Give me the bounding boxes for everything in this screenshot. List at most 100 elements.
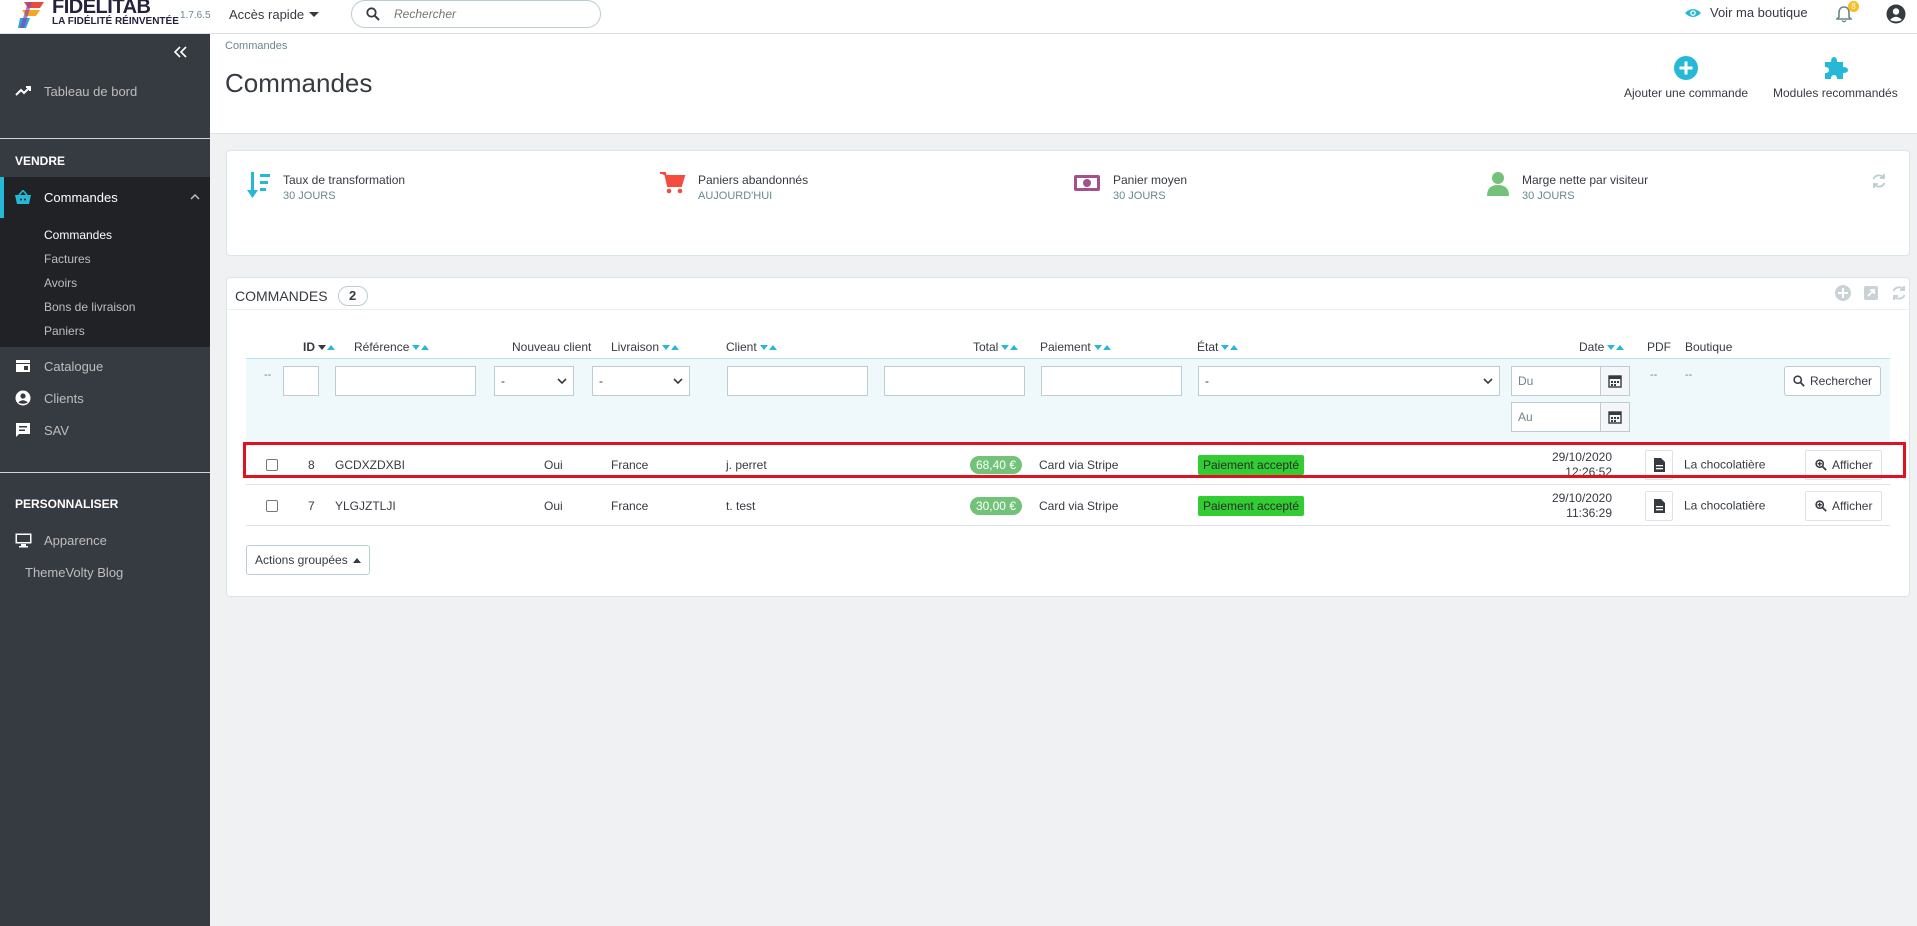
column-header-payment[interactable]: Paiement <box>1040 340 1111 354</box>
kpi-net-margin[interactable]: Marge nette par visiteur 30 JOURS <box>1486 171 1648 202</box>
quick-access-dropdown[interactable]: Accès rapide <box>229 7 320 22</box>
sort-asc-icon[interactable] <box>327 344 335 350</box>
bulk-actions-button[interactable]: Actions groupées <box>246 545 370 575</box>
filter-delivery-select[interactable]: - <box>592 366 690 396</box>
column-header-reference[interactable]: Référence <box>354 340 430 354</box>
breadcrumb[interactable]: Commandes <box>225 40 287 52</box>
logo[interactable]: FIDELITAB LA FIDÉLITÉ RÉINVENTÉE <box>18 0 179 34</box>
submenu-item-carts[interactable]: Paniers <box>44 324 85 338</box>
page-title: Commandes <box>225 68 373 98</box>
sort-asc-icon[interactable] <box>1230 344 1239 350</box>
sidebar-item-orders-content[interactable]: Commandes <box>0 185 210 209</box>
section-title-customize: PERSONNALISER <box>15 497 119 511</box>
sort-desc-icon[interactable] <box>1093 344 1102 350</box>
sort-desc-icon[interactable] <box>662 344 671 350</box>
sort-desc-icon[interactable] <box>412 344 421 350</box>
view-shop-link[interactable]: Voir ma boutique <box>1684 5 1808 20</box>
collapse-sidebar-button[interactable] <box>174 46 188 58</box>
kpi-conversion[interactable]: Taux de transformation 30 JOURS <box>247 171 405 202</box>
row-checkbox[interactable] <box>266 458 278 471</box>
view-order-button[interactable]: Afficher <box>1805 449 1883 480</box>
sort-asc-icon[interactable] <box>1102 344 1111 350</box>
column-header-date[interactable]: Date <box>1579 340 1625 354</box>
store-icon <box>15 359 31 373</box>
orders-panel: COMMANDES 2 ID Référence Nouveau client … <box>226 277 1910 597</box>
sort-desc-icon[interactable] <box>1001 344 1010 350</box>
column-header-delivery[interactable]: Livraison <box>611 340 680 354</box>
puzzle-icon <box>1825 57 1849 79</box>
sort-asc-icon[interactable] <box>671 344 680 350</box>
calendar-to-icon[interactable] <box>1600 402 1630 432</box>
sidebar: Tableau de bord VENDRE Commandes Command… <box>0 34 210 926</box>
recommended-modules-button[interactable]: Modules recommandés <box>1773 56 1898 100</box>
orders-panel-title: COMMANDES <box>235 288 328 304</box>
filter-search-button[interactable]: Rechercher <box>1784 366 1882 396</box>
filter-client-input[interactable] <box>727 366 868 396</box>
column-header-state[interactable]: État <box>1197 340 1239 354</box>
table-row[interactable]: 8 GCDXZDXBI Oui France j. perret 68,40 €… <box>246 445 1890 485</box>
sidebar-item-customers[interactable]: Clients <box>0 388 210 408</box>
kpi-average-cart[interactable]: Panier moyen 30 JOURS <box>1073 171 1187 202</box>
submenu-item-delivery-slips[interactable]: Bons de livraison <box>44 300 135 314</box>
sidebar-item-dashboard[interactable]: Tableau de bord <box>0 78 210 104</box>
search-bar[interactable] <box>351 0 601 28</box>
submenu-item-credit-slips[interactable]: Avoirs <box>44 276 77 290</box>
column-header-id[interactable]: ID <box>303 340 335 354</box>
pdf-button[interactable] <box>1645 449 1673 480</box>
add-new-icon[interactable] <box>1833 283 1853 303</box>
top-bar: FIDELITAB LA FIDÉLITÉ RÉINVENTÉE 1.7.6.5… <box>0 0 1917 34</box>
pdf-button[interactable] <box>1645 490 1673 521</box>
column-header-client[interactable]: Client <box>726 340 777 354</box>
logo-mark-icon <box>18 0 48 30</box>
filter-new-client-select[interactable]: - <box>494 366 574 396</box>
sort-desc-icon[interactable] <box>1607 344 1616 350</box>
recommended-modules-label: Modules recommandés <box>1773 86 1898 100</box>
filter-total-input[interactable] <box>884 366 1025 396</box>
logo-tagline: LA FIDÉLITÉ RÉINVENTÉE <box>52 16 179 27</box>
refresh-list-icon[interactable] <box>1889 283 1909 303</box>
calendar-from-icon[interactable] <box>1600 366 1630 396</box>
column-header-shop: Boutique <box>1685 340 1733 354</box>
sort-desc-icon[interactable] <box>1221 344 1230 350</box>
sort-asc-icon[interactable] <box>768 344 777 350</box>
person-icon <box>1487 172 1509 196</box>
cell-id: 8 <box>308 457 315 472</box>
sidebar-item-sav[interactable]: SAV <box>0 420 210 440</box>
filter-date-from-input[interactable]: Du <box>1511 366 1601 396</box>
user-circle-icon <box>1886 4 1906 24</box>
kpi-abandoned-carts[interactable]: Paniers abandonnés AUJOURD'HUI <box>660 171 808 202</box>
user-avatar[interactable] <box>1886 4 1906 24</box>
sort-asc-icon[interactable] <box>421 344 430 350</box>
caret-down-icon <box>309 12 320 17</box>
filter-reference-input[interactable] <box>335 366 476 396</box>
export-icon[interactable] <box>1861 283 1881 303</box>
column-header-total[interactable]: Total <box>973 340 1019 354</box>
filter-date-to-input[interactable]: Au <box>1511 402 1601 432</box>
submenu-item-orders[interactable]: Commandes <box>44 228 112 242</box>
sort-asc-icon[interactable] <box>1010 344 1019 350</box>
filter-state-select[interactable]: - <box>1198 366 1500 396</box>
cell-reference: GCDXZDXBI <box>335 457 406 472</box>
sidebar-item-label: Apparence <box>44 532 107 548</box>
cell-total: 68,40 € <box>969 455 1022 474</box>
sort-desc-icon[interactable] <box>318 344 326 350</box>
sidebar-item-appearance[interactable]: Apparence <box>0 530 210 550</box>
document-icon <box>1653 498 1665 513</box>
table-row[interactable]: 7 YLGJZTLJI Oui France t. test 30,00 € C… <box>246 486 1890 526</box>
add-order-button[interactable]: Ajouter une commande <box>1624 56 1748 100</box>
filter-payment-input[interactable] <box>1041 366 1182 396</box>
kpi-refresh-button[interactable] <box>1871 173 1887 189</box>
search-input[interactable] <box>394 7 574 21</box>
column-header-pdf: PDF <box>1647 340 1671 354</box>
filter-id-input[interactable] <box>283 366 319 396</box>
cell-payment: Card via Stripe <box>1039 457 1119 472</box>
row-checkbox[interactable] <box>266 499 278 512</box>
sort-desc-icon[interactable] <box>759 344 768 350</box>
sidebar-item-blog[interactable]: ThemeVolty Blog <box>0 562 210 582</box>
view-order-button[interactable]: Afficher <box>1805 490 1883 521</box>
sort-asc-icon[interactable] <box>1616 344 1625 350</box>
sidebar-item-catalog[interactable]: Catalogue <box>0 356 210 376</box>
sidebar-item-label: Tableau de bord <box>44 83 138 99</box>
notifications-button[interactable]: 8 <box>1836 1 1859 23</box>
submenu-item-invoices[interactable]: Factures <box>44 252 91 266</box>
